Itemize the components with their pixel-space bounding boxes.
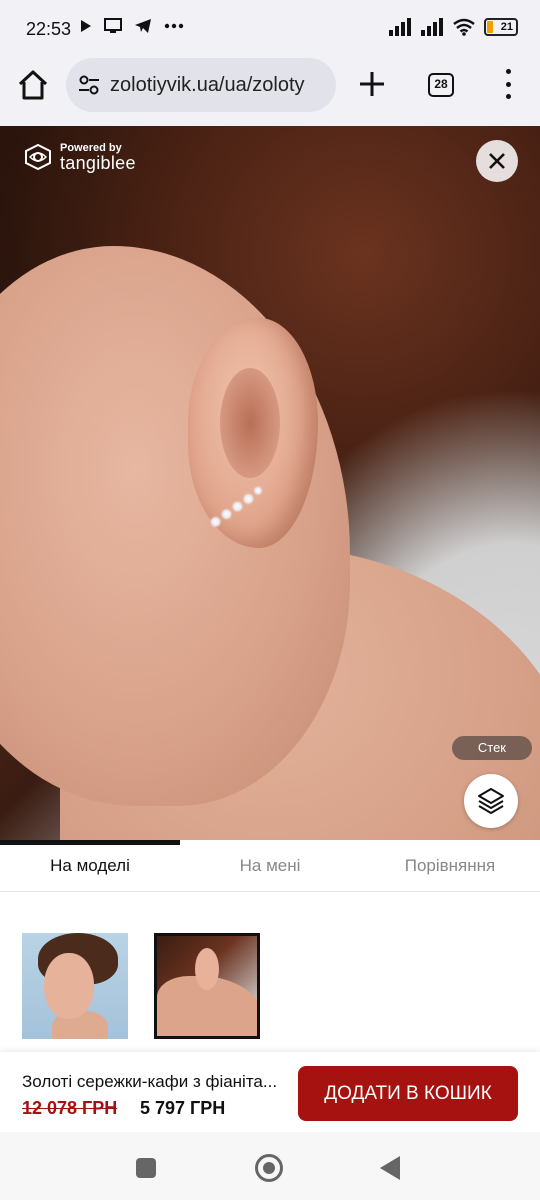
- stack-label[interactable]: Стек: [451, 736, 532, 760]
- status-time: 22:53: [26, 19, 72, 39]
- old-price: 12 078 ГРН: [22, 1098, 118, 1118]
- tab-on-me[interactable]: На мені: [180, 840, 360, 891]
- tangiblee-logo-icon: [25, 143, 51, 171]
- layers-button[interactable]: [464, 774, 518, 828]
- battery-icon: 21: [484, 18, 518, 36]
- thumbnail-model-ear[interactable]: [154, 933, 260, 1039]
- play-icon: [81, 20, 91, 32]
- status-notification-icons: [80, 18, 184, 34]
- powered-by-tangiblee: Powered by tangiblee: [24, 142, 136, 172]
- recent-apps-icon[interactable]: [136, 1158, 156, 1178]
- thumbnail-model-front[interactable]: [22, 933, 128, 1039]
- new-tab-icon[interactable]: [356, 68, 388, 100]
- wifi-icon: [453, 18, 475, 36]
- url-text[interactable]: zolotiyvik.ua/ua/zoloty: [110, 74, 305, 97]
- add-to-cart-button[interactable]: ДОДАТИ В КОШИК: [298, 1066, 518, 1121]
- url-bar[interactable]: zolotiyvik.ua/ua/zoloty: [66, 58, 336, 112]
- home-nav-icon[interactable]: [255, 1154, 283, 1182]
- signal-icon: [389, 18, 411, 36]
- more-dots-icon: [164, 23, 184, 29]
- telegram-icon: [135, 19, 151, 33]
- tab-switcher-button[interactable]: 28: [428, 73, 454, 97]
- tangiblee-brand: tangiblee: [60, 153, 136, 173]
- viewer-tabs: На моделі На мені Порівняння: [0, 840, 540, 892]
- home-icon[interactable]: [16, 68, 50, 102]
- system-nav-bar: [0, 1132, 540, 1200]
- layers-icon: [478, 788, 504, 814]
- tab-on-model[interactable]: На моделі: [0, 840, 180, 891]
- close-icon: [489, 153, 505, 169]
- close-button[interactable]: [476, 140, 518, 182]
- status-bar: 22:53 21: [0, 0, 540, 56]
- back-icon[interactable]: [380, 1156, 400, 1180]
- browser-menu-icon[interactable]: [498, 69, 518, 99]
- tab-compare[interactable]: Порівняння: [360, 840, 540, 891]
- try-on-viewer[interactable]: Powered by tangiblee Стек: [0, 126, 540, 840]
- screen-icon: [104, 18, 122, 33]
- current-price: 5 797 ГРН: [140, 1098, 226, 1118]
- status-system-icons: 21: [388, 18, 518, 36]
- signal-icon: [421, 18, 443, 36]
- site-settings-icon[interactable]: [78, 74, 100, 96]
- product-bar: Золоті сережки-кафи з фіаніта... 12 078 …: [0, 1052, 540, 1132]
- model-thumbnails: [22, 933, 260, 1039]
- browser-toolbar: zolotiyvik.ua/ua/zoloty 28: [0, 56, 540, 126]
- product-name: Золоті сережки-кафи з фіаніта...: [22, 1072, 278, 1091]
